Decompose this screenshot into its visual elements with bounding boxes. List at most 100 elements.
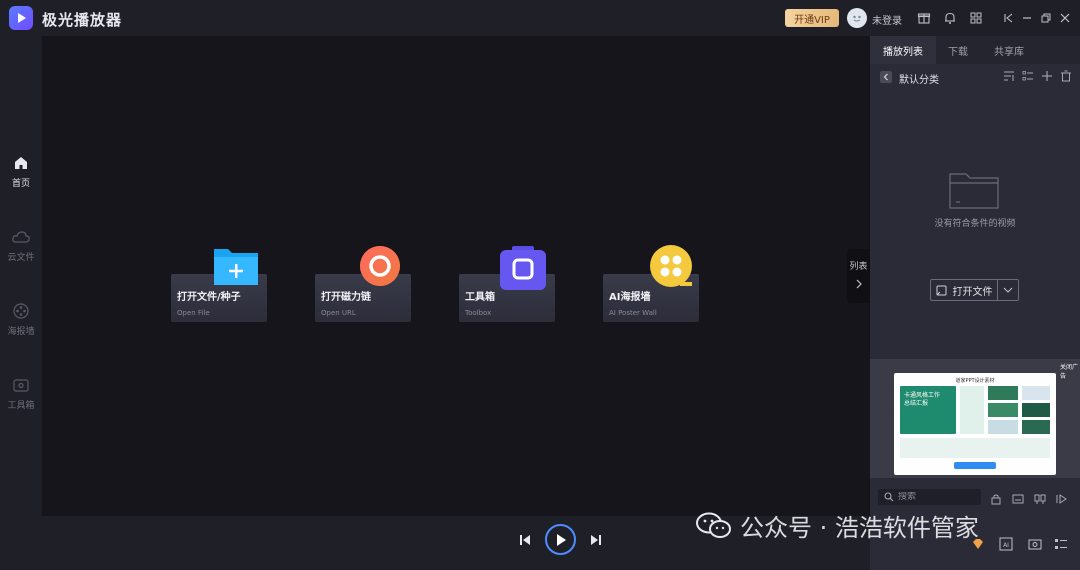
ad-headline-1: 卡通风格工作	[904, 392, 941, 399]
empty-folder-icon	[948, 172, 1000, 214]
right-panel: 播放列表 下载 共享库 默认分类 没有符合条件的视频 打开文件 关闭广告 道家P…	[870, 36, 1080, 570]
ad-banner[interactable]: 关闭广告 道家PPT设计素材 卡通风格工作 总结汇报	[870, 359, 1080, 478]
ad-thumb	[1022, 420, 1050, 434]
toolbox-card[interactable]: 工具箱 Toolbox	[459, 246, 555, 322]
ad-thumb	[1022, 386, 1050, 400]
ai-poster-card[interactable]: AI海报墙 AI Poster Wall	[603, 245, 699, 322]
ad-title: 道家PPT设计素材	[955, 378, 995, 384]
chevron-down-icon	[1003, 287, 1013, 293]
screenshot-icon[interactable]	[1027, 536, 1043, 552]
ad-hero: 卡通风格工作 总结汇报	[900, 386, 956, 434]
ad-preview: 道家PPT设计素材 卡通风格工作 总结汇报	[894, 373, 1056, 475]
nav-label-cloud: 云文件	[7, 253, 35, 263]
chevron-left-icon	[883, 73, 888, 81]
tab-shared-library[interactable]: 共享库	[982, 36, 1036, 64]
open-file-label: 打开文件	[952, 286, 993, 298]
minimize-icon[interactable]	[1019, 10, 1035, 26]
search-row	[870, 486, 1080, 508]
magnet-ring-icon	[357, 244, 403, 292]
app-logo-icon	[9, 6, 33, 30]
card-subtitle: Open URL	[321, 309, 356, 317]
tab-playlist[interactable]: 播放列表	[870, 36, 936, 64]
audio-track-icon[interactable]	[1033, 492, 1047, 506]
play-button[interactable]	[545, 524, 576, 555]
play-mode-icon[interactable]	[1055, 492, 1069, 506]
apps-grid-icon[interactable]	[968, 10, 984, 26]
open-magnet-card[interactable]: 打开磁力链 Open URL	[315, 246, 411, 322]
vip-button[interactable]: 开通VIP	[785, 9, 839, 27]
list-toggle-label: 列表	[849, 262, 868, 272]
ad-thumb	[988, 386, 1018, 400]
panel-tabs: 播放列表 下载 共享库	[870, 36, 1080, 64]
ad-headline-2: 总结汇报	[904, 400, 929, 407]
restore-icon[interactable]	[1038, 10, 1054, 26]
nav-item-toolbox[interactable]: 工具箱	[0, 376, 42, 424]
next-icon[interactable]	[589, 533, 603, 547]
toolbox-bag-icon	[498, 244, 548, 296]
mini-mode-icon[interactable]	[1000, 10, 1016, 26]
nav-label-poster-wall: 海报墙	[7, 327, 35, 337]
card-subtitle: Toolbox	[465, 309, 492, 317]
ai-subtitle-icon[interactable]: AI	[998, 536, 1014, 552]
subtitle-icon[interactable]	[1011, 492, 1025, 506]
card-title: 工具箱	[465, 292, 495, 303]
wechat-icon	[696, 512, 732, 540]
toolbox-icon	[13, 379, 29, 392]
open-file-dropdown[interactable]	[997, 279, 1019, 301]
card-subtitle: AI Poster Wall	[609, 309, 657, 317]
chevron-right-icon	[856, 279, 862, 289]
checklist-icon[interactable]	[1021, 69, 1035, 83]
left-nav: 首页 云文件 海报墙 工具箱 TV	[0, 36, 42, 570]
nav-item-poster-wall[interactable]: 海报墙	[0, 302, 42, 350]
previous-icon[interactable]	[518, 533, 532, 547]
tab-download[interactable]: 下载	[936, 36, 980, 64]
card-title: AI海报墙	[609, 292, 651, 303]
login-link[interactable]: 未登录	[872, 12, 902, 27]
list-toggle-button[interactable]: 列表	[847, 249, 870, 303]
search-field[interactable]	[878, 489, 981, 505]
ad-thumb	[1022, 403, 1050, 417]
title-bar: 极光播放器 开通VIP 未登录	[0, 0, 1080, 36]
category-label: 默认分类	[899, 75, 939, 86]
app-window: 极光播放器 开通VIP 未登录 首页 云文件 海报墙 工具箱 打开文件/种子 O…	[0, 0, 1080, 570]
nav-item-cloud[interactable]: 云文件	[0, 228, 42, 276]
ad-cta-button[interactable]	[954, 462, 996, 469]
sort-icon[interactable]	[1002, 69, 1016, 83]
ad-thumb	[960, 386, 984, 434]
ad-strip	[900, 438, 1050, 458]
play-icon	[556, 533, 566, 546]
watermark: 公众号 · 浩浩软件管家	[696, 508, 979, 543]
ad-thumb	[988, 403, 1018, 417]
ad-thumb	[988, 420, 1018, 434]
folder-plus-icon	[212, 245, 260, 291]
avatar[interactable]	[847, 8, 867, 28]
close-icon[interactable]	[1057, 10, 1073, 26]
card-subtitle: Open File	[177, 309, 210, 317]
search-icon	[884, 492, 894, 502]
open-file-card[interactable]: 打开文件/种子 Open File	[171, 249, 267, 322]
card-title: 打开磁力链	[321, 292, 371, 303]
main-area: 打开文件/种子 Open File 打开磁力链 Open URL 工具箱 Too…	[42, 36, 870, 516]
trash-icon[interactable]	[1059, 69, 1073, 83]
watermark-text: 公众号 · 浩浩软件管家	[740, 514, 979, 542]
nav-item-home[interactable]: 首页	[0, 154, 42, 202]
add-icon[interactable]	[1040, 69, 1054, 83]
gift-icon[interactable]	[916, 10, 932, 26]
playlist-icon[interactable]	[1053, 536, 1069, 552]
nav-label-toolbox: 工具箱	[7, 401, 35, 411]
lock-icon[interactable]	[989, 492, 1003, 506]
nav-label-home: 首页	[11, 179, 30, 189]
open-file-button[interactable]: 打开文件	[930, 279, 998, 301]
svg-text:AI: AI	[1003, 542, 1009, 549]
film-reel-icon	[648, 244, 694, 294]
back-button[interactable]	[880, 71, 892, 83]
cloud-icon	[12, 231, 30, 243]
film-reel-icon	[13, 303, 29, 319]
ad-close-label[interactable]: 关闭广告	[1060, 362, 1080, 380]
home-icon	[15, 157, 27, 169]
open-file-icon	[936, 285, 946, 295]
empty-state-text: 没有符合条件的视频	[934, 219, 1016, 229]
bell-icon[interactable]	[942, 10, 958, 26]
search-input[interactable]	[898, 492, 978, 502]
card-title: 打开文件/种子	[177, 292, 241, 303]
